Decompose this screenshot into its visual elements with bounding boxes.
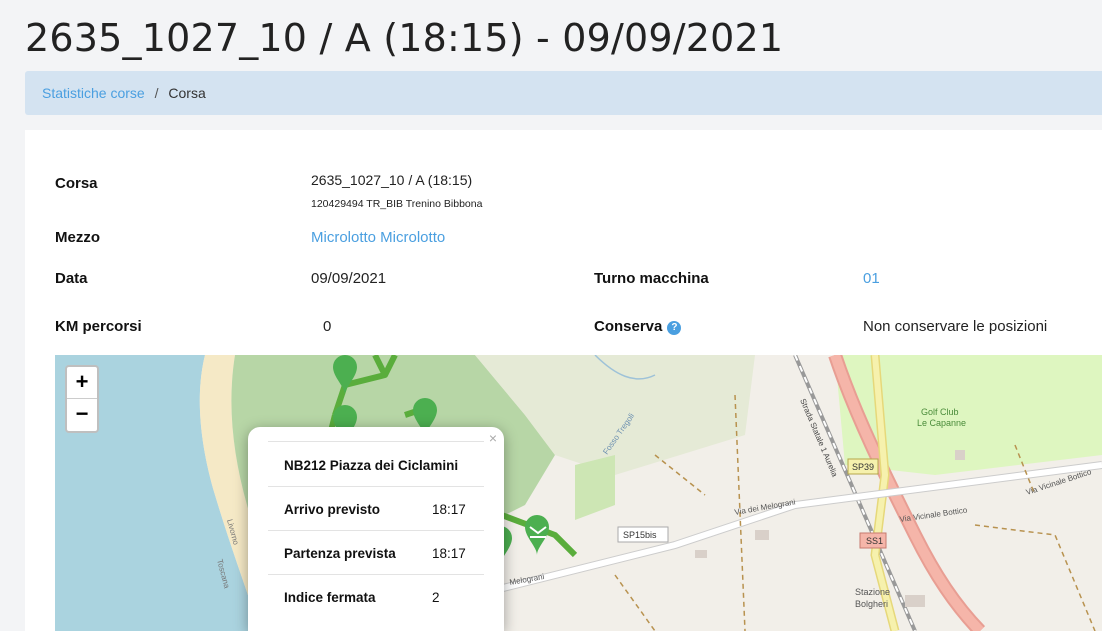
mezzo-label: Mezzo bbox=[55, 229, 100, 246]
zoom-control: + − bbox=[65, 365, 99, 433]
zoom-in-button[interactable]: + bbox=[67, 367, 97, 399]
km-value: 0 bbox=[323, 318, 332, 335]
page-title: 2635_1027_10 / A (18:15) - 09/09/2021 bbox=[25, 16, 784, 60]
breadcrumb: Statistiche corse / Corsa bbox=[25, 71, 1102, 115]
close-icon[interactable]: × bbox=[489, 430, 497, 446]
building bbox=[755, 530, 769, 540]
ss1-label: SS1 bbox=[866, 536, 883, 546]
breadcrumb-current: Corsa bbox=[168, 85, 206, 101]
conserva-label: Conserva? bbox=[594, 318, 682, 335]
help-icon[interactable]: ? bbox=[667, 321, 682, 335]
mezzo-link[interactable]: Microlotto Microlotto bbox=[311, 229, 445, 246]
map-marker[interactable] bbox=[525, 515, 549, 555]
zoom-out-button[interactable]: − bbox=[67, 399, 97, 431]
map[interactable]: SP39 SS1 SP15bis Golf Club Le Capanne St… bbox=[55, 355, 1102, 631]
building bbox=[955, 450, 965, 460]
turno-label: Turno macchina bbox=[594, 270, 709, 287]
indice-value: 2 bbox=[432, 590, 440, 605]
conserva-label-text: Conserva bbox=[594, 318, 663, 335]
partenza-value: 18:17 bbox=[432, 546, 466, 561]
stazione-label: Stazione bbox=[855, 587, 890, 597]
stazione-label-2: Bolgheri bbox=[855, 599, 888, 609]
popup-top-divider bbox=[268, 441, 484, 442]
meadow bbox=[575, 455, 615, 520]
arrivo-label: Arrivo previsto bbox=[284, 502, 381, 517]
data-label: Data bbox=[55, 270, 88, 287]
popup-row-indice: Indice fermata 2 bbox=[268, 574, 484, 618]
breadcrumb-separator: / bbox=[154, 85, 159, 101]
indice-label: Indice fermata bbox=[284, 590, 376, 605]
corsa-value: 2635_1027_10 / A (18:15) bbox=[311, 172, 473, 188]
golf-label: Golf Club bbox=[921, 407, 959, 417]
popup-row-partenza: Partenza prevista 18:17 bbox=[268, 530, 484, 574]
page: 2635_1027_10 / A (18:15) - 09/09/2021 St… bbox=[0, 0, 1102, 631]
corsa-label: Corsa bbox=[55, 175, 98, 192]
data-value: 09/09/2021 bbox=[311, 270, 387, 287]
stop-popup: × NB212 Piazza dei Ciclamini Arrivo prev… bbox=[248, 427, 504, 631]
arrivo-value: 18:17 bbox=[432, 502, 466, 517]
sp39-label: SP39 bbox=[852, 462, 874, 472]
popup-row-arrivo: Arrivo previsto 18:17 bbox=[268, 486, 484, 530]
breadcrumb-link-statistiche[interactable]: Statistiche corse bbox=[42, 85, 145, 101]
building bbox=[695, 550, 707, 558]
sp15-label: SP15bis bbox=[623, 530, 657, 540]
building bbox=[905, 595, 925, 607]
conserva-value: Non conservare le posizioni bbox=[863, 318, 1048, 335]
corsa-subtitle: 120429494 TR_BIB Trenino Bibbona bbox=[311, 198, 483, 210]
map-tiles: SP39 SS1 SP15bis Golf Club Le Capanne St… bbox=[55, 355, 1102, 631]
partenza-label: Partenza prevista bbox=[284, 546, 396, 561]
stop-name: NB212 Piazza dei Ciclamini bbox=[284, 458, 459, 473]
km-label: KM percorsi bbox=[55, 318, 142, 335]
golf-label-2: Le Capanne bbox=[917, 418, 966, 428]
turno-link[interactable]: 01 bbox=[863, 270, 880, 287]
